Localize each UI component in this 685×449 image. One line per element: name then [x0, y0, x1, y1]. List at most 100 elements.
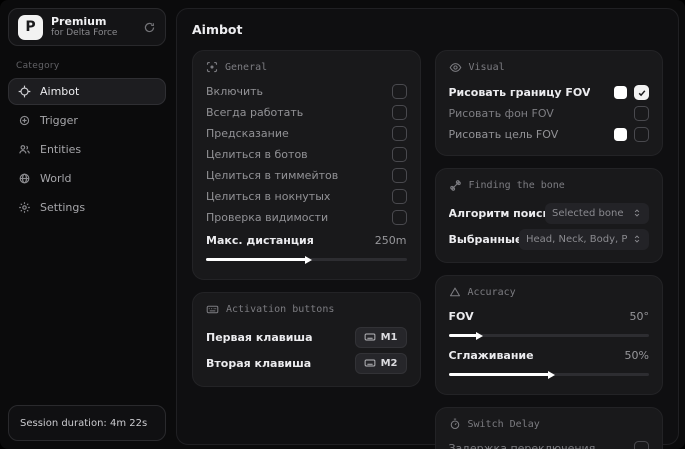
max-distance-slider[interactable]: [206, 255, 407, 264]
color-swatch[interactable]: [614, 128, 627, 141]
eye-icon: [449, 61, 462, 74]
chevron-updown-icon: [632, 234, 642, 244]
activation-panel: Activation buttons Первая клавиша M1 Вто…: [192, 292, 421, 387]
sidebar-item-world[interactable]: World: [8, 165, 166, 192]
keybind-label: Вторая клавиша: [206, 356, 312, 370]
checkbox[interactable]: [391, 105, 407, 120]
bone-algorithm-select[interactable]: Selected bone: [545, 202, 649, 224]
visual-row: Рисовать границу FOV: [448, 82, 649, 103]
keyboard-icon: [206, 303, 219, 316]
slider-label: FOV: [448, 310, 474, 323]
sync-icon[interactable]: [143, 21, 156, 34]
checkbox[interactable]: [634, 85, 649, 100]
sidebar-item-label: Entities: [40, 143, 82, 156]
sidebar-item-label: Trigger: [40, 114, 78, 127]
visual-label: Рисовать фон FOV: [448, 107, 554, 120]
keybind-value: M1: [380, 331, 398, 343]
bone-label: Алгоритм поиска кост: [448, 206, 546, 220]
visual-label: Рисовать границу FOV: [448, 86, 591, 99]
sidebar-item-label: Aimbot: [40, 85, 80, 98]
slider-value: 50%: [624, 349, 649, 362]
smoothing-slider[interactable]: [448, 370, 649, 379]
bone-row: Алгоритм поиска кост Selected bone: [448, 200, 649, 226]
sidebar: P Premium for Delta Force Category Aimbo…: [0, 0, 174, 449]
globe-icon: [18, 172, 31, 185]
keybind-button-1[interactable]: M1: [354, 326, 407, 348]
toggle-label: Целиться в нокнутых: [206, 190, 331, 203]
slider-label: Сглаживание: [448, 349, 534, 362]
selected-bones-select[interactable]: Head, Neck, Body, Pe...: [519, 228, 649, 250]
checkbox[interactable]: [634, 441, 649, 449]
sidebar-item-label: World: [40, 172, 72, 185]
slider-label: Макс. дистанция: [206, 234, 314, 247]
keybind-row: Вторая клавиша M2: [206, 350, 407, 376]
app-logo: P: [18, 14, 43, 40]
toggle-label: Всегда работать: [206, 106, 304, 119]
page-title: Aimbot: [192, 22, 243, 37]
switch-delay-panel: Switch Delay Задержка переключения Задер…: [434, 407, 663, 449]
sidebar-item-trigger[interactable]: Trigger: [8, 107, 166, 134]
checkbox[interactable]: [391, 147, 407, 162]
bone-icon: [449, 179, 462, 192]
panel-title: Finding the bone: [468, 180, 565, 191]
panel-title: Visual: [468, 62, 505, 73]
toggle-row: Предсказание: [206, 123, 407, 144]
sidebar-item-entities[interactable]: Entities: [8, 136, 166, 163]
visual-row: Рисовать фон FOV: [448, 103, 649, 124]
checkbox[interactable]: [634, 127, 649, 142]
keybind-label: Первая клавиша: [206, 330, 313, 344]
checkbox[interactable]: [391, 210, 407, 225]
keyboard-icon: [364, 357, 376, 369]
session-duration-text: Session duration: 4m 22s: [20, 417, 148, 429]
checkbox[interactable]: [391, 126, 407, 141]
select-value: Selected bone: [552, 207, 624, 219]
slider-thumb[interactable]: [305, 255, 313, 264]
checkbox[interactable]: [634, 106, 649, 121]
slider-row: Макс. дистанция 250m: [206, 230, 407, 251]
color-swatch[interactable]: [614, 86, 627, 99]
session-duration: Session duration: 4m 22s: [8, 405, 166, 441]
scan-icon: [206, 61, 218, 73]
category-label: Category: [16, 61, 60, 71]
slider-row: FOV 50°: [449, 306, 650, 327]
sidebar-item-aimbot[interactable]: Aimbot: [8, 78, 166, 105]
crosshair-icon: [18, 85, 31, 98]
premium-title: Premium: [51, 14, 107, 28]
keybind-value: M2: [380, 357, 398, 369]
slider-thumb[interactable]: [475, 331, 483, 340]
panel-title: Activation buttons: [226, 304, 335, 315]
panel-title: Switch Delay: [467, 418, 540, 430]
bone-row: Выбранные кос Head, Neck, Body, Pe...: [448, 226, 649, 252]
visual-label: Рисовать цель FOV: [448, 128, 559, 141]
visual-row: Рисовать цель FOV: [448, 124, 649, 145]
toggle-row: Целиться в нокнутых: [206, 186, 407, 207]
sidebar-item-settings[interactable]: Settings: [8, 194, 166, 221]
fov-slider[interactable]: [448, 331, 649, 340]
toggle-label: Задержка переключения: [448, 442, 596, 449]
slider-value: 250m: [374, 234, 407, 247]
triangle-icon: [449, 286, 461, 298]
toggle-row: Задержка переключения: [448, 438, 649, 449]
slider-value: 50°: [629, 310, 650, 323]
keybind-row: Первая клавиша M1: [206, 324, 407, 350]
toggle-row: Целиться в тиммейтов: [206, 165, 407, 186]
premium-card: P Premium for Delta Force: [8, 8, 166, 46]
checkbox[interactable]: [391, 189, 407, 204]
checkbox[interactable]: [391, 84, 407, 99]
entities-icon: [18, 143, 31, 156]
keybind-button-2[interactable]: M2: [354, 352, 407, 374]
bone-label: Выбранные кос: [448, 232, 520, 246]
slider-thumb[interactable]: [547, 370, 555, 379]
sidebar-item-label: Settings: [40, 201, 86, 214]
checkbox[interactable]: [391, 168, 407, 183]
toggle-label: Целиться в ботов: [206, 148, 308, 161]
toggle-row: Всегда работать: [206, 102, 407, 123]
accuracy-panel: Accuracy FOV 50° Сглаживание 50%: [434, 275, 663, 395]
toggle-label: Целиться в тиммейтов: [206, 169, 339, 182]
toggle-label: Проверка видимости: [206, 211, 329, 224]
toggle-row: Включить: [206, 81, 407, 102]
app-window: P Premium for Delta Force Category Aimbo…: [0, 0, 685, 449]
panel-title: General: [225, 61, 268, 73]
toggle-row: Проверка видимости: [206, 207, 407, 228]
toggle-label: Предсказание: [206, 127, 289, 140]
